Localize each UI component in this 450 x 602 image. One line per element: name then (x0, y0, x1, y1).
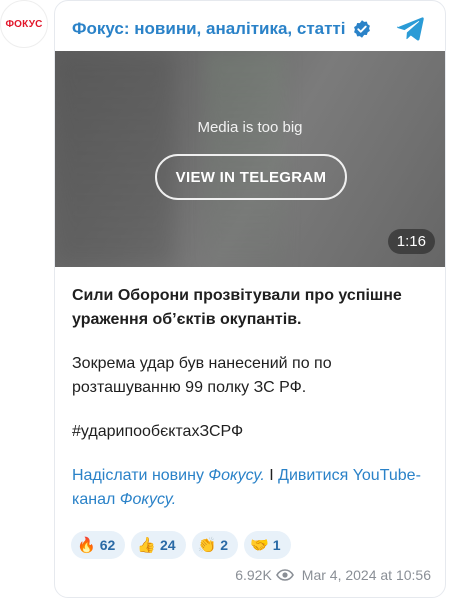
telegram-icon[interactable] (395, 15, 425, 43)
fire-icon: 🔥 (77, 537, 96, 554)
links-separator: I (264, 467, 279, 484)
reaction-count: 24 (159, 537, 176, 553)
media-too-big-message: Media is too big (197, 119, 303, 136)
post-card: Фокус: новини, аналітика, статті Media i… (54, 0, 446, 598)
post-hashtag[interactable]: #ударипообєктахЗСРФ (72, 420, 431, 444)
view-count: 6.92K (235, 567, 272, 583)
post-paragraph: Зокрема удар був нанесений по по розташу… (72, 355, 332, 396)
reaction-fire[interactable]: 🔥 62 (71, 531, 126, 559)
handshake-icon: 🤝 (250, 537, 269, 554)
reactions-bar: 🔥 62 👍 24 👏 2 🤝 1 (71, 531, 291, 559)
telegram-post-widget: ФОКУС Фокус: новини, аналітика, статті M… (0, 0, 450, 602)
reaction-clap[interactable]: 👏 2 (191, 531, 239, 559)
post-timestamp[interactable]: Mar 4, 2024 at 10:56 (302, 567, 431, 583)
post-links: Надіслати новину Фокусу. I Дивитися YouT… (72, 464, 431, 512)
post-body: Сили Оборони прозвітували про успішне ур… (72, 284, 431, 512)
reaction-count: 2 (220, 537, 229, 553)
view-in-telegram-button[interactable]: VIEW IN TELEGRAM (155, 154, 347, 200)
reaction-count: 62 (99, 537, 116, 553)
reaction-thumbs-up[interactable]: 👍 24 (131, 531, 186, 559)
avatar-logo-text: ФОКУС (5, 18, 43, 30)
reaction-count: 1 (272, 537, 281, 553)
eye-icon (275, 569, 294, 581)
reaction-handshake[interactable]: 🤝 1 (244, 531, 291, 559)
post-header: Фокус: новини, аналітика, статті (72, 15, 431, 43)
post-meta: 6.92K Mar 4, 2024 at 10:56 (235, 567, 431, 583)
thumbs-up-icon: 👍 (137, 537, 156, 554)
channel-avatar[interactable]: ФОКУС (0, 0, 48, 48)
verified-badge-icon (353, 20, 370, 38)
channel-title[interactable]: Фокус: новини, аналітика, статті (72, 19, 346, 39)
video-duration-badge: 1:16 (387, 229, 435, 254)
clap-icon: 👏 (197, 537, 217, 554)
media-preview[interactable]: Media is too big VIEW IN TELEGRAM 1:16 (55, 51, 445, 267)
media-blur-overlay (55, 51, 175, 267)
post-lead-text: Сили Оборони прозвітували про успішне ур… (72, 287, 402, 328)
send-news-link[interactable]: Надіслати новину Фокусу. (72, 467, 265, 484)
